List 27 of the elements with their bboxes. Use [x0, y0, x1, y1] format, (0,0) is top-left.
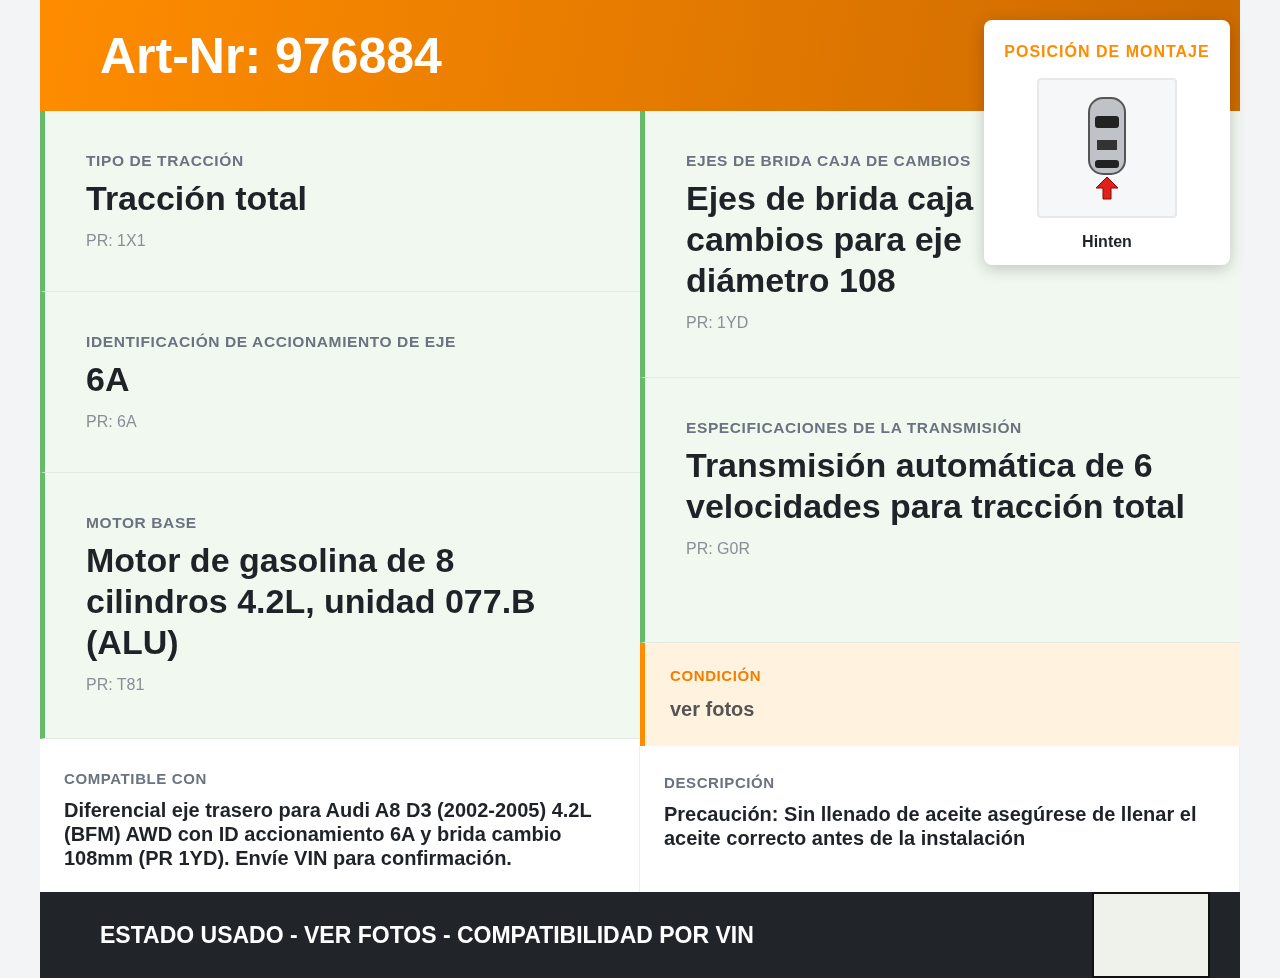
spec-code: PR: 1X1 — [86, 231, 147, 252]
article-number-title: Art-Nr: 976884 — [100, 26, 442, 86]
condition-label: CONDICIÓN — [670, 666, 763, 686]
spec-value: Transmisión automática de 6 velocidades para tracción total — [686, 445, 1186, 527]
spec-value: Tracción total — [86, 178, 309, 220]
arrow-up-icon — [1095, 176, 1119, 200]
spec-value: 6A — [86, 359, 131, 401]
spec-value: Ejes de brida caja cambios para eje diámetro 108 — [686, 178, 975, 301]
spec-value: Motor de gasolina de 8 cilindros 4.2L, unidad 077.B (ALU) — [86, 540, 537, 663]
condition-value: ver fotos — [670, 696, 756, 722]
spec-code: PR: 1YD — [686, 312, 750, 333]
car-icon — [1087, 96, 1127, 176]
spec-label: EJES DE BRIDA CAJA DE CAMBIOS — [686, 151, 972, 171]
description-text: Precaución: Sin llenado de aceite asegúrese de llenar el aceite correcto antes de la instalación — [664, 802, 1198, 850]
spec-label: TIPO DE TRACCIÓN — [86, 151, 245, 171]
spec-code: PR: 6A — [86, 412, 138, 433]
footer-text: ESTADO USADO - VER FOTOS - COMPATIBILIDAD POR VIN — [100, 920, 754, 950]
spec-label: MOTOR BASE — [86, 513, 198, 534]
popup-heading: POSICIÓN DE MONTAJE — [1004, 41, 1210, 62]
spec-label: IDENTIFICACIÓN DE ACCIONAMIENTO DE EJE — [86, 332, 457, 353]
compatible-text: Diferencial eje trasero para Audi A8 D3 (2002-2005) 4.2L (BFM) AWD con ID accionamiento 6A y brida cambio 108mm (PR 1YD). Envíe VIN para confirmación. — [64, 798, 593, 870]
spec-code: PR: T81 — [86, 674, 146, 695]
spec-label: ESPECIFICACIONES DE LA TRANSMISIÓN — [686, 418, 1023, 438]
position-caption: Hinten — [1082, 232, 1132, 252]
description-label: DESCRIPCIÓN — [664, 772, 776, 793]
spec-code: PR: G0R — [686, 538, 751, 559]
compatible-label: COMPATIBLE CON — [64, 768, 208, 789]
